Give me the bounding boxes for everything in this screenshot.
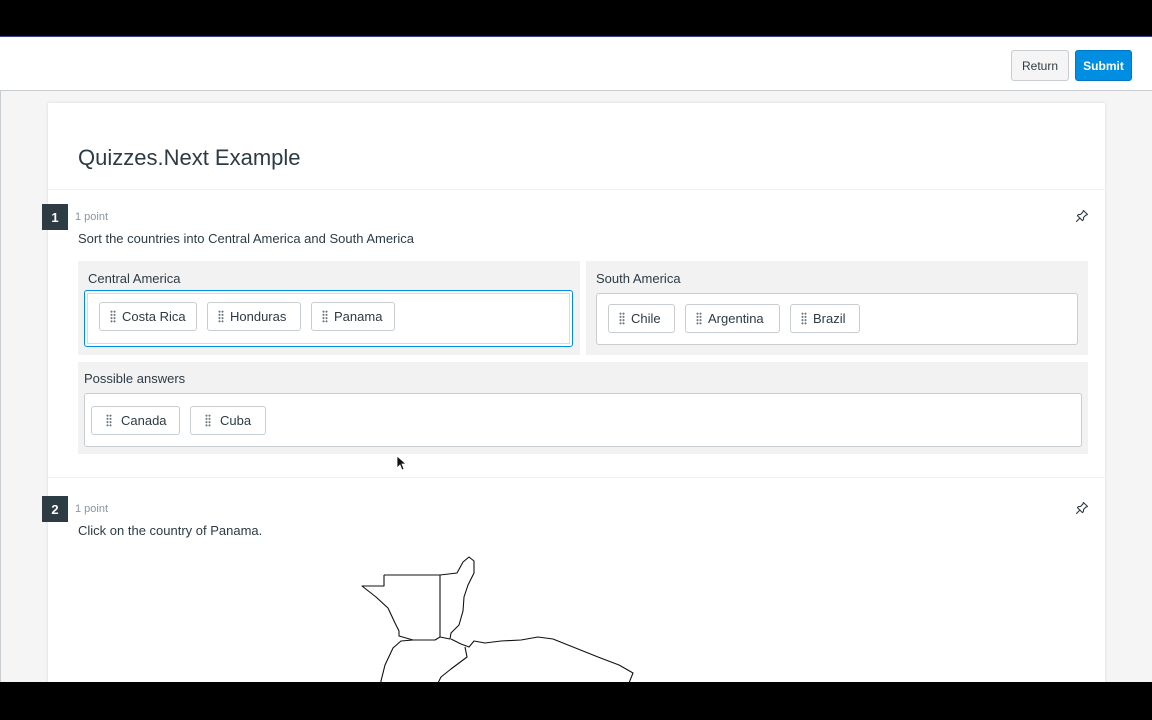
answer-chip-cuba[interactable]: Cuba [190, 406, 266, 435]
question-points: 1 point [75, 503, 109, 515]
chip-label: Argentina [708, 311, 764, 326]
drag-handle-icon [205, 414, 211, 427]
page-title: Quizzes.Next Example [78, 145, 301, 170]
mouse-pointer-icon [396, 455, 406, 471]
category-central-america: Central America Costa Rica Honduras Pana… [78, 261, 580, 355]
question-divider [48, 477, 1105, 478]
chip-label: Brazil [813, 311, 846, 326]
drag-handle-icon [619, 312, 625, 325]
chip-label: Costa Rica [122, 309, 186, 324]
drag-handle-icon [696, 312, 702, 325]
south-america-dropzone[interactable]: Chile Argentina Brazil [596, 293, 1078, 345]
answer-chip-brazil[interactable]: Brazil [790, 304, 860, 333]
question-number-badge: 2 [42, 496, 68, 522]
submit-button[interactable]: Submit [1075, 50, 1132, 81]
central-america-map[interactable] [343, 553, 643, 682]
possible-answers-label: Possible answers [84, 371, 186, 386]
letterbox-top [0, 0, 1152, 36]
category-label: Central America [88, 271, 181, 286]
question-prompt: Sort the countries into Central America … [78, 231, 415, 246]
central-america-dropzone[interactable]: Costa Rica Honduras Panama [84, 290, 573, 347]
answer-chip-honduras[interactable]: Honduras [207, 302, 301, 331]
quiz-page: Quizzes.Next Example 1 1 point Sort the … [42, 103, 1105, 682]
answer-chip-canada[interactable]: Canada [91, 406, 180, 435]
chip-label: Canada [121, 413, 167, 428]
chip-label: Panama [334, 309, 383, 324]
answer-chip-argentina[interactable]: Argentina [685, 304, 780, 333]
question-number-badge: 1 [42, 204, 68, 230]
possible-answers-area: Possible answers Canada Cuba [78, 362, 1088, 454]
drag-handle-icon [218, 310, 224, 323]
answer-chip-panama[interactable]: Panama [311, 302, 395, 331]
pin-icon[interactable] [1075, 209, 1089, 223]
answer-chip-chile[interactable]: Chile [608, 304, 675, 333]
category-label: South America [596, 271, 681, 286]
chip-label: Honduras [230, 309, 287, 324]
drag-handle-icon [106, 414, 112, 427]
letterbox-bottom [0, 682, 1152, 720]
return-button[interactable]: Return [1011, 50, 1069, 81]
possible-answers-dropzone[interactable]: Canada Cuba [84, 393, 1082, 447]
question-divider [48, 189, 1105, 190]
chip-label: Chile [631, 311, 661, 326]
question-prompt: Click on the country of Panama. [78, 523, 263, 538]
drag-handle-icon [801, 312, 807, 325]
chip-label: Cuba [220, 413, 252, 428]
left-edge-divider [0, 91, 1, 682]
quiz-app: Return Submit Quizzes.Next Example 1 1 p… [0, 36, 1152, 682]
pin-icon[interactable] [1075, 501, 1089, 515]
category-south-america: South America Chile Argentina Brazil [586, 261, 1088, 355]
drag-handle-icon [322, 310, 328, 323]
answer-chip-costa-rica[interactable]: Costa Rica [99, 302, 197, 331]
top-toolbar: Return Submit [0, 37, 1152, 91]
drag-handle-icon [110, 310, 116, 323]
question-points: 1 point [75, 211, 109, 223]
